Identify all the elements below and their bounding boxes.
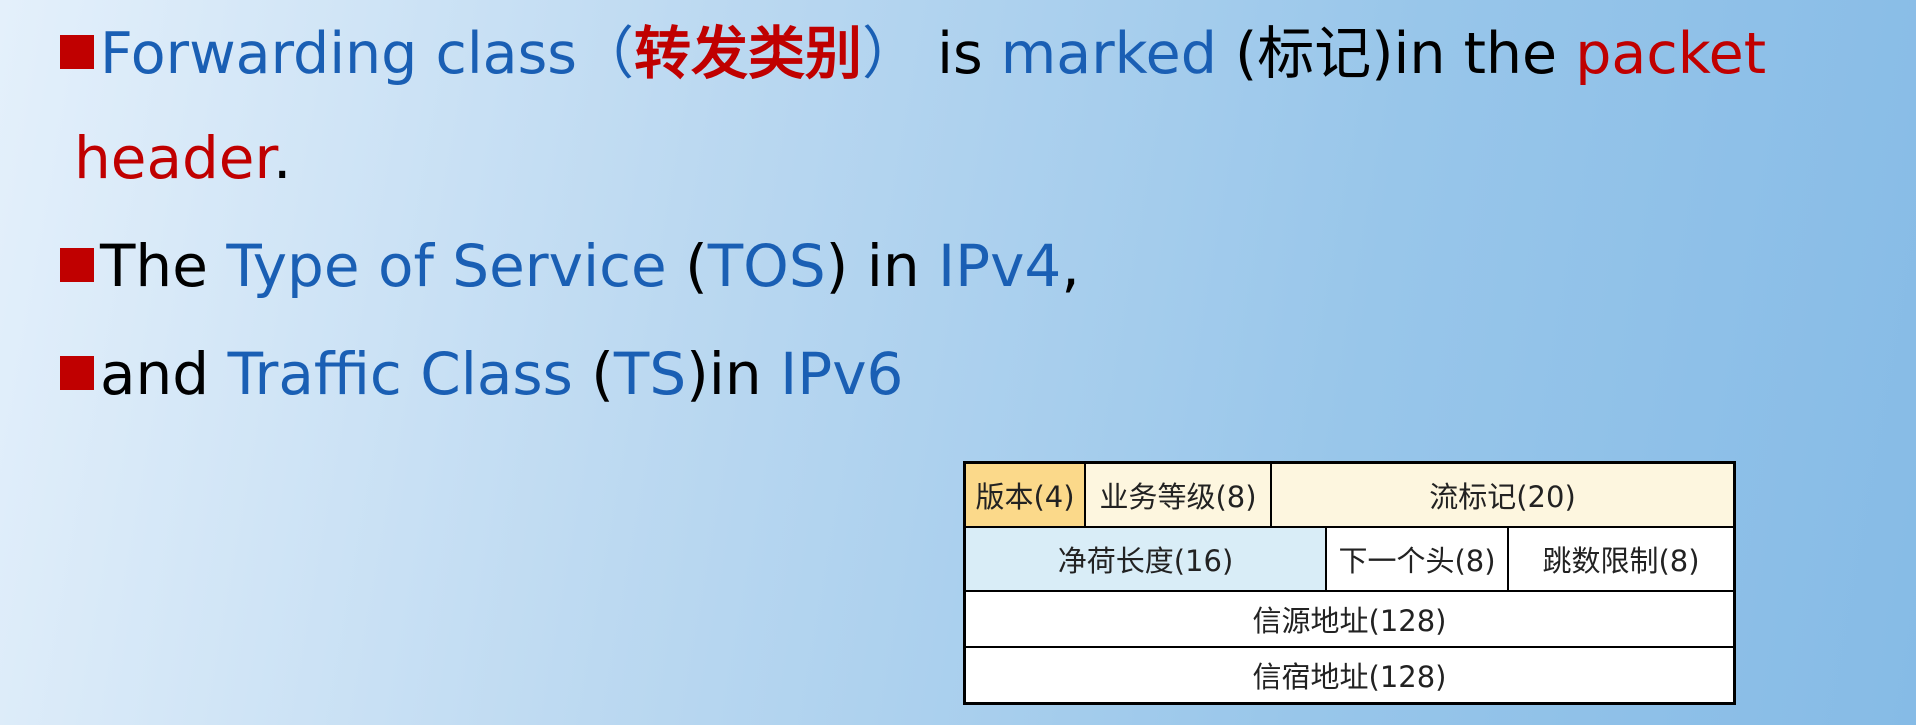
- term-tos: TOS: [707, 232, 826, 300]
- header-row-4: 信宿地址(128): [966, 648, 1733, 702]
- text-in: )in: [686, 340, 781, 408]
- bullet-line-traffic-class-ipv6: and Traffic Class (TS)in IPv6: [60, 342, 903, 406]
- term-ipv4: IPv4: [938, 232, 1062, 300]
- term-forwarding-class-cn: 转发类别: [634, 21, 862, 87]
- header-row-3: 信源地址(128): [966, 592, 1733, 648]
- header-row-1: 版本(4) 业务等级(8) 流标记(20): [966, 464, 1733, 528]
- bullet-line-tos-ipv4: The Type of Service (TOS) in IPv4,: [60, 234, 1080, 298]
- period: .: [273, 124, 292, 192]
- field-payload-length: 净荷长度(16): [966, 528, 1327, 590]
- text-in: ) in: [825, 232, 939, 300]
- term-marked: marked: [1000, 21, 1217, 87]
- paren-open: (: [666, 232, 708, 300]
- text-marked-cn-in-the: (标记)in the: [1216, 21, 1576, 87]
- comma: ,: [1061, 232, 1080, 300]
- term-packet: packet: [1575, 21, 1767, 87]
- paren-open: （: [577, 21, 634, 87]
- line-header-continuation: header.: [74, 126, 291, 190]
- field-traffic-class: 业务等级(8): [1086, 464, 1272, 526]
- field-flow-label: 流标记(20): [1272, 464, 1733, 526]
- bullet-square-icon: [60, 248, 94, 282]
- term-traffic-class: Traffic Class: [227, 340, 573, 408]
- field-version: 版本(4): [966, 464, 1086, 526]
- term-ipv6: IPv6: [780, 340, 904, 408]
- field-hop-limit: 跳数限制(8): [1509, 528, 1733, 590]
- term-type-of-service: Type of Service: [226, 232, 667, 300]
- ipv6-header-diagram: 版本(4) 业务等级(8) 流标记(20) 净荷长度(16) 下一个头(8) 跳…: [963, 461, 1736, 705]
- field-next-header: 下一个头(8): [1327, 528, 1509, 590]
- term-ts: TS: [613, 340, 687, 408]
- header-row-2: 净荷长度(16) 下一个头(8) 跳数限制(8): [966, 528, 1733, 592]
- term-header: header: [74, 124, 274, 192]
- term-forwarding-class: Forwarding class: [100, 21, 577, 87]
- text-the: The: [100, 232, 227, 300]
- bullet-line-forwarding-class: Forwarding class（转发类别） is marked (标记)in …: [60, 22, 1766, 86]
- field-destination-address: 信宿地址(128): [966, 648, 1733, 702]
- bullet-square-icon: [60, 35, 94, 69]
- field-source-address: 信源地址(128): [966, 592, 1733, 646]
- bullet-square-icon: [60, 356, 94, 390]
- text-is: is: [919, 21, 1001, 87]
- text-and: and: [100, 340, 228, 408]
- paren-open: (: [572, 340, 614, 408]
- paren-close: ）: [862, 21, 919, 87]
